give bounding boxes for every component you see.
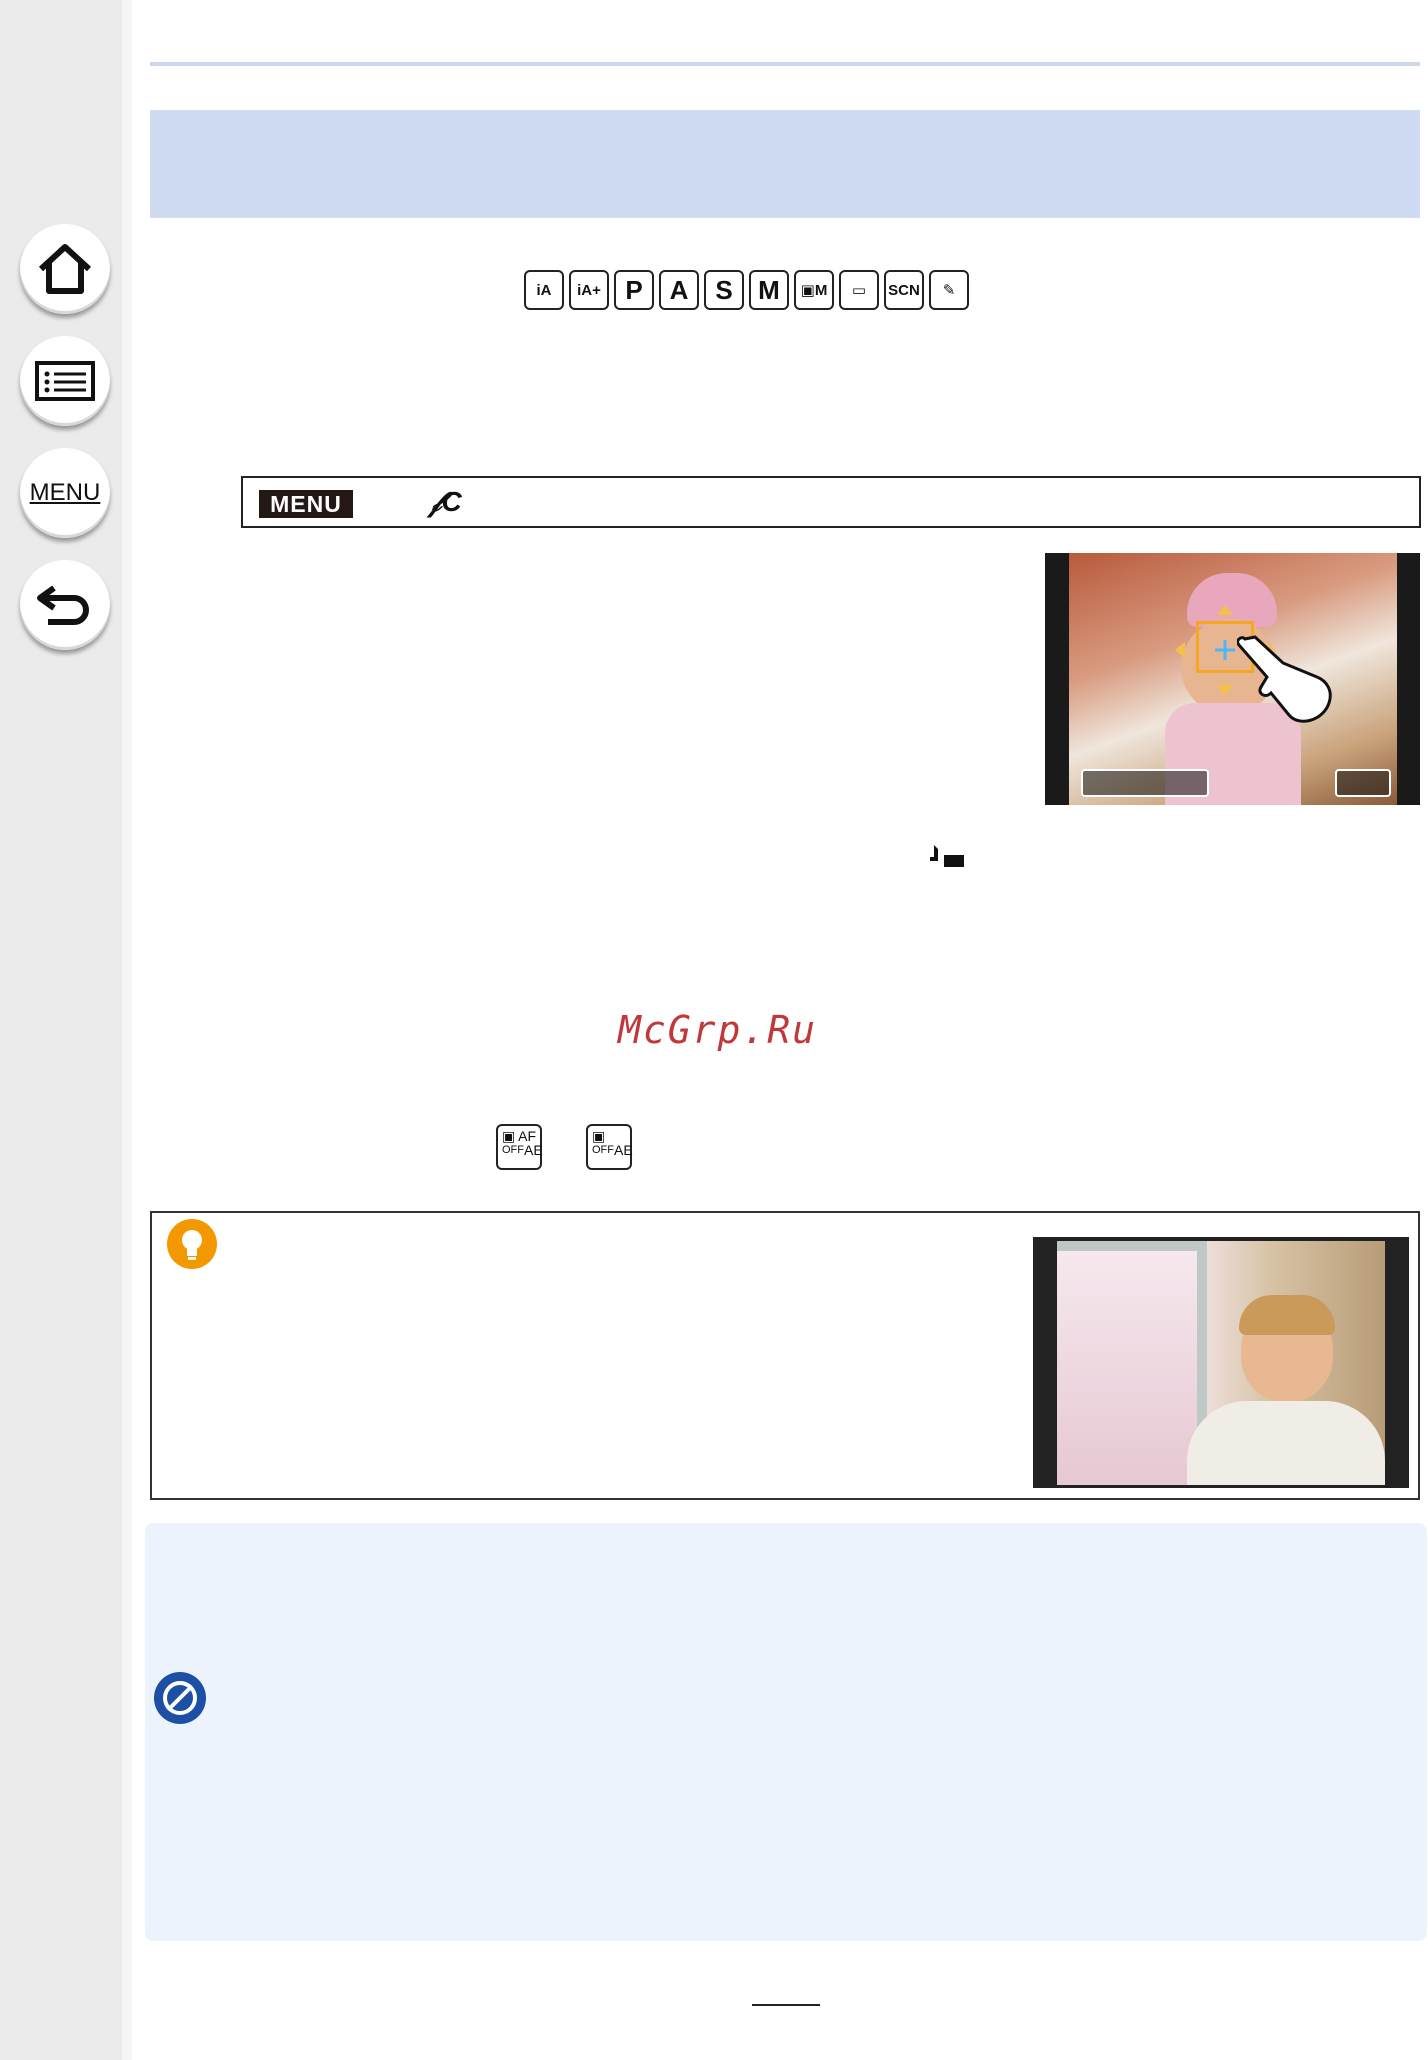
mode-icon-creative-control: ✎: [929, 270, 969, 310]
mode-icon-panorama: ▭: [839, 270, 879, 310]
page-number-underline: [752, 2004, 820, 2006]
window-frame: [1057, 1241, 1207, 1485]
mode-icon-s: S: [704, 270, 744, 310]
menu-tag: MENU: [259, 490, 353, 518]
af-ae-top: AF: [518, 1128, 536, 1144]
menu-path-box: MENU 𝒻C: [241, 476, 1421, 528]
menu-button-label: MENU: [29, 479, 101, 506]
focus-glyph: ▣: [502, 1128, 516, 1144]
photo-ui-left-button[interactable]: [1081, 769, 1209, 797]
menu-list-button[interactable]: MENU: [20, 448, 110, 538]
note-box: [145, 1523, 1427, 1941]
boy-hair: [1239, 1295, 1335, 1335]
lightbulb-icon: [182, 1230, 202, 1260]
back-button[interactable]: [20, 560, 110, 650]
home-icon: [38, 244, 92, 294]
touch-ae-photo: [1045, 553, 1420, 805]
photo-boy-window: [1057, 1241, 1385, 1485]
touch-af-ae-icon: ▣ AF OFF AE: [496, 1124, 543, 1170]
mode-icon-ia-plus: iA+: [569, 270, 609, 310]
sidebar-edge: [122, 0, 132, 2060]
mode-icon-p: P: [614, 270, 654, 310]
tip-bulb-icon: [167, 1219, 217, 1269]
af-ae-bottom-row: OFF AE: [502, 1143, 543, 1157]
contents-list-button[interactable]: [20, 336, 110, 426]
backlit-photo: [1033, 1237, 1409, 1488]
ae-top-row: ▣: [592, 1129, 626, 1143]
mode-icon-creative-video: ▣M: [794, 270, 834, 310]
mode-icon-a: A: [659, 270, 699, 310]
not-available-icon: [154, 1672, 206, 1724]
photo-child-chef: [1069, 553, 1397, 805]
ae-prefix: OFF: [592, 1144, 614, 1156]
mode-icon-m: M: [749, 270, 789, 310]
mode-icon-ia: iA: [524, 270, 564, 310]
list-icon: [35, 361, 95, 401]
home-button[interactable]: [20, 224, 110, 314]
mode-icons: iA iA+ P A S M ▣M ▭ SCN ✎: [524, 270, 969, 310]
ae-bottom-row: OFF AE: [592, 1143, 633, 1157]
top-rule: [150, 62, 1420, 66]
watermark: McGrp.Ru: [618, 1008, 818, 1052]
photo-ui-right-button[interactable]: [1335, 769, 1391, 797]
custom-menu-icon: 𝒻C: [429, 486, 462, 517]
touch-shutter-icon: [930, 845, 964, 867]
prohibited-icon: [163, 1681, 197, 1715]
section-banner: [150, 110, 1420, 218]
boy-sweater: [1187, 1401, 1385, 1485]
mode-icon-scn: SCN: [884, 270, 924, 310]
af-ae-top-row: ▣ AF: [502, 1129, 536, 1143]
af-ae-bottom: AE: [524, 1142, 543, 1158]
hand-pointer-icon: [1237, 635, 1332, 723]
touch-ae-icon: ▣ OFF AE: [586, 1124, 633, 1170]
af-ae-prefix: OFF: [502, 1144, 524, 1156]
back-icon: [37, 585, 89, 625]
focus-glyph-2: ▣: [592, 1128, 606, 1144]
ae-bottom: AE: [614, 1142, 633, 1158]
